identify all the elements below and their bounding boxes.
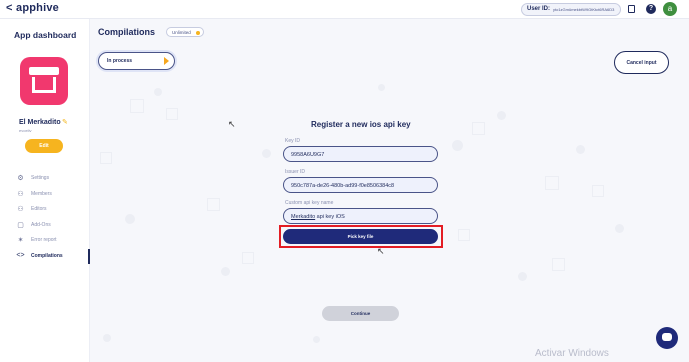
decor-square xyxy=(242,252,254,264)
decor-dot xyxy=(262,149,271,158)
cancel-input-label: Cancel input xyxy=(626,60,657,66)
decor-dot xyxy=(452,140,463,151)
editors-icon: ⚇ xyxy=(17,206,24,213)
stand-shape xyxy=(32,77,56,93)
decor-dot xyxy=(125,214,135,224)
gear-icon: ⚙ xyxy=(17,175,24,182)
sidebar-item-compilations[interactable]: <> Compilations xyxy=(0,248,90,265)
sidebar-nav: ⚙ Settings ⚇ Members ⚇ Editors ▢ Add-Ons… xyxy=(0,171,90,264)
decor-dot xyxy=(576,145,585,154)
tab-label: In process xyxy=(107,58,133,64)
help-icon[interactable]: ? xyxy=(646,4,656,14)
sidebar-item-label: Members xyxy=(31,190,52,197)
decor-square xyxy=(552,258,565,271)
sidebar: App dashboard El Merkadito ✎ evoeliv Edi… xyxy=(0,19,90,362)
custom-name-label: Custom api key name xyxy=(285,200,334,206)
decor-square xyxy=(100,152,112,164)
sidebar-item-label: Compilations xyxy=(31,252,63,259)
continue-button[interactable]: Continue xyxy=(322,306,399,321)
back-icon[interactable]: < xyxy=(6,2,12,14)
app-subtitle: evoeliv xyxy=(19,128,32,133)
plan-dot-icon xyxy=(196,30,200,35)
decor-dot xyxy=(615,224,624,233)
sidebar-item-label: Editors xyxy=(31,206,47,212)
chat-bubble-shape xyxy=(662,333,672,341)
decor-square xyxy=(472,122,485,135)
custom-name-value: Merkadito api key iOS xyxy=(291,214,345,220)
decor-dot xyxy=(518,272,527,281)
avatar[interactable]: a xyxy=(663,2,677,16)
sidebar-title: App dashboard xyxy=(14,30,77,40)
key-id-field[interactable]: 9958A6U9G7 xyxy=(283,146,438,162)
sidebar-item-label: Error report xyxy=(31,237,57,243)
decor-dot xyxy=(103,334,111,342)
user-id-label: User ID: xyxy=(527,6,551,12)
chat-icon[interactable] xyxy=(656,327,678,349)
custom-name-rest: api key iOS xyxy=(315,214,345,220)
sidebar-item-error-report[interactable]: ✶ Error report xyxy=(0,233,90,249)
decor-dot xyxy=(154,88,162,96)
cursor-icon: ↖ xyxy=(377,246,385,256)
user-id-box: User ID: yto1zGmümekbtW9GtKtct6RA6D3 xyxy=(521,3,621,16)
windows-watermark: Activar Windows xyxy=(535,348,609,359)
sidebar-item-editors[interactable]: ⚇ Editors xyxy=(0,202,90,218)
issuer-id-label: Issuer ID xyxy=(285,169,306,175)
decor-dot xyxy=(378,84,385,91)
bug-icon: ✶ xyxy=(17,237,24,244)
code-icon: <> xyxy=(16,251,25,259)
app-name: El Merkadito xyxy=(19,119,61,126)
sidebar-item-addons[interactable]: ▢ Add-Ons xyxy=(0,218,90,234)
decor-square xyxy=(545,176,559,190)
sidebar-item-members[interactable]: ⚇ Members xyxy=(0,187,90,203)
tab-in-process[interactable]: In process xyxy=(98,52,175,70)
decor-square xyxy=(130,99,144,113)
decor-square xyxy=(592,185,604,197)
plan-badge: Unlimited xyxy=(166,27,204,37)
issuer-id-value: 950c787a-de26-480b-ad99-f0e8506384c8 xyxy=(291,183,395,189)
key-id-value: 9958A6U9G7 xyxy=(291,152,325,158)
sidebar-item-settings[interactable]: ⚙ Settings xyxy=(0,171,90,187)
key-id-label: Key ID xyxy=(285,138,301,144)
decor-dot xyxy=(221,267,230,276)
arrow-right-icon xyxy=(164,57,169,65)
addons-icon: ▢ xyxy=(17,221,24,229)
sidebar-item-label: Settings xyxy=(31,175,50,181)
custom-name-underlined: Merkadito xyxy=(291,214,316,220)
pick-key-file-label: Pick key file xyxy=(347,234,374,239)
continue-label: Continue xyxy=(350,311,371,316)
pick-key-file-button[interactable]: Pick key file xyxy=(283,229,438,244)
page-title: Compilations xyxy=(98,27,156,37)
issuer-id-field[interactable]: 950c787a-de26-480b-ad99-f0e8506384c8 xyxy=(283,177,438,193)
awning-shape xyxy=(29,67,59,75)
decor-square xyxy=(458,229,470,241)
sidebar-item-label: Add-Ons xyxy=(31,221,51,228)
cancel-input-button[interactable]: Cancel input xyxy=(614,51,669,74)
cursor-icon: ↖ xyxy=(228,119,236,129)
copy-icon[interactable] xyxy=(628,5,635,13)
custom-name-field[interactable]: Merkadito api key iOS xyxy=(283,208,438,224)
edit-button[interactable]: Edit xyxy=(25,139,63,153)
decor-dot xyxy=(497,111,506,120)
apphive-logo[interactable]: apphive xyxy=(16,2,59,14)
decor-square xyxy=(207,198,220,211)
decor-square xyxy=(166,108,178,120)
pencil-icon[interactable]: ✎ xyxy=(62,118,68,126)
top-bar: < apphive User ID: yto1zGmümekbtW9GtKtct… xyxy=(0,0,689,19)
plan-badge-label: Unlimited xyxy=(172,30,191,35)
user-id-value: yto1zGmümekbtW9GtKtct6RA6D3 xyxy=(553,7,615,12)
decor-dot xyxy=(313,336,320,343)
members-icon: ⚇ xyxy=(17,190,24,198)
form-title: Register a new ios api key xyxy=(311,120,411,129)
app-store-icon xyxy=(20,57,68,105)
